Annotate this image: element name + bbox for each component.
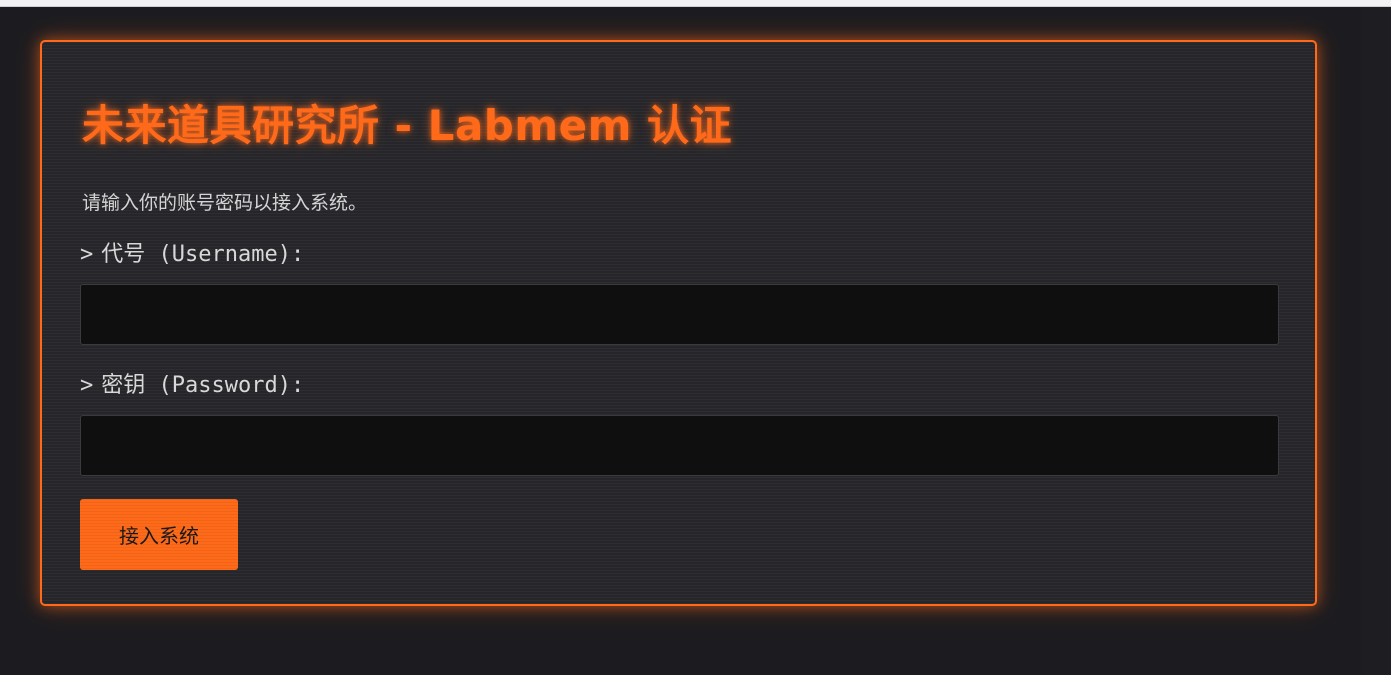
prompt-chevron-icon: >: [80, 242, 94, 267]
intro-text: 请输入你的账号密码以接入系统。: [82, 192, 368, 214]
browser-top-strip: [0, 0, 1391, 7]
scrollbar-gutter: [1361, 7, 1391, 675]
page-title: 未来道具研究所 - Labmem 认证: [82, 101, 732, 150]
submit-button[interactable]: 接入系统: [80, 499, 238, 570]
username-label: > 代号 (Username):: [80, 236, 304, 268]
password-label-text: 密钥 (Password):: [101, 373, 305, 398]
username-input[interactable]: [80, 284, 1279, 345]
username-label-text: 代号 (Username):: [101, 242, 305, 267]
prompt-chevron-icon: >: [80, 373, 94, 398]
password-input[interactable]: [80, 415, 1279, 476]
password-label: > 密钥 (Password):: [80, 367, 304, 399]
login-panel: 未来道具研究所 - Labmem 认证 请输入你的账号密码以接入系统。 > 代号 …: [40, 40, 1317, 606]
